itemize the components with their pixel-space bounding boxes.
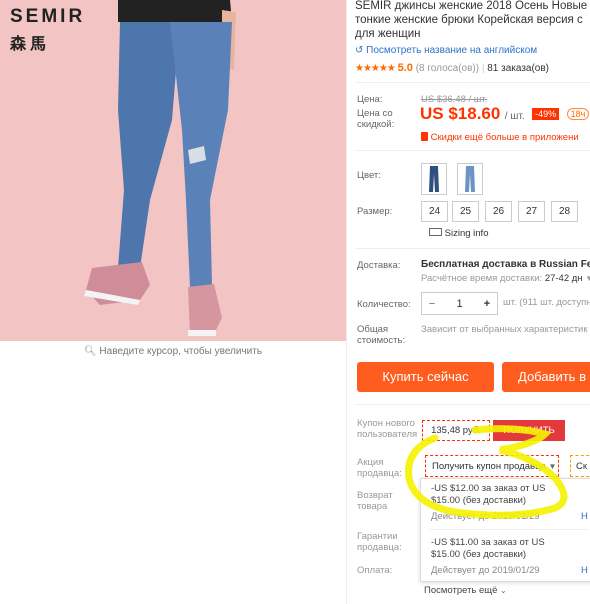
size-label: Размер: bbox=[357, 206, 393, 217]
quantity-input[interactable]: 1 bbox=[442, 298, 477, 310]
product-title-line-1: SEMIR джинсы женские 2018 Осень Новые д bbox=[355, 0, 590, 12]
coupon-item-2-action[interactable]: Н bbox=[581, 565, 588, 576]
column-divider bbox=[346, 0, 347, 604]
quantity-minus-button[interactable]: − bbox=[422, 298, 442, 310]
brand-name: SEMIR bbox=[10, 6, 86, 27]
jeans-thumbnail-icon bbox=[429, 166, 439, 192]
payment-label: Оплата: bbox=[357, 565, 393, 576]
coupon-item-2-text: -US $11.00 за заказ от US $15.00 (без до… bbox=[431, 537, 545, 560]
size-option-27[interactable]: 27 bbox=[518, 201, 545, 222]
brand-logo: SEMIR 森馬 bbox=[10, 6, 85, 54]
rating-value: 5.0 bbox=[397, 62, 413, 74]
new-price: US $18.60 bbox=[420, 104, 501, 123]
new-price-row: US $18.60 / шт. -49% 18ч bbox=[420, 104, 590, 124]
price-label: Цена: bbox=[357, 94, 383, 105]
divider bbox=[355, 248, 590, 249]
color-option-dark-blue[interactable] bbox=[421, 163, 447, 195]
quantity-plus-button[interactable]: + bbox=[477, 298, 497, 310]
ruler-icon bbox=[429, 228, 442, 236]
guarantee-label: Гарантии продавца: bbox=[357, 531, 402, 553]
shipping-value[interactable]: Бесплатная доставка в Russian Fede bbox=[421, 259, 590, 270]
stock-info: шт. (911 шт. доступн bbox=[503, 297, 590, 308]
timer-badge: 18ч bbox=[566, 108, 590, 120]
jeans-thumbnail-icon bbox=[465, 166, 475, 192]
delivery-time: Расчётное время доставки: 27-42 дн ▼ bbox=[421, 273, 590, 284]
see-more-link[interactable]: Посмотреть ещё ⌄ bbox=[424, 585, 507, 596]
divider bbox=[355, 82, 590, 83]
product-image[interactable]: SEMIR 森馬 bbox=[0, 0, 346, 341]
buy-now-button[interactable]: Купить сейчас bbox=[357, 362, 494, 392]
product-title-line-3: для женщин bbox=[355, 28, 421, 40]
coupon-item-2-valid: Действует до 2019/01/29 bbox=[431, 565, 540, 576]
divider bbox=[355, 150, 590, 151]
quantity-stepper[interactable]: − 1 + bbox=[421, 292, 498, 315]
translate-title-link[interactable]: ↺ Посмотреть название на английском bbox=[355, 45, 537, 56]
orders-count: 81 заказа(ов) bbox=[487, 63, 550, 74]
zoom-hint: 🔍︎ Наведите курсор, чтобы увеличить bbox=[0, 346, 346, 357]
app-promo-link[interactable]: Скидки ещё больше в приложени bbox=[421, 132, 579, 143]
sizing-info-link[interactable]: Sizing info bbox=[429, 228, 488, 239]
chevron-down-icon[interactable]: ▼ bbox=[585, 274, 590, 283]
rating-row: ★★★★★ 5.0 (8 голоса(ов)) | 81 заказа(ов) bbox=[355, 62, 550, 74]
zoom-hint-text: Наведите курсор, чтобы увеличить bbox=[99, 346, 263, 357]
discount-badge: -49% bbox=[532, 108, 560, 120]
add-to-cart-button[interactable]: Добавить в bbox=[502, 362, 590, 392]
divider bbox=[355, 404, 590, 405]
total-value: Зависит от выбранных характеристик bbox=[421, 324, 588, 335]
total-label: Общая стоимость: bbox=[357, 324, 406, 346]
magnifier-icon: 🔍︎ bbox=[83, 346, 97, 357]
brand-name-cn: 森馬 bbox=[10, 36, 51, 53]
chevron-down-icon: ⌄ bbox=[500, 586, 507, 595]
highlight-annotation bbox=[405, 425, 568, 519]
translate-icon: ↺ bbox=[355, 45, 364, 56]
rating-stars-icon: ★★★★★ bbox=[355, 63, 396, 74]
color-option-light-blue[interactable] bbox=[457, 163, 483, 195]
quantity-label: Количество: bbox=[357, 299, 411, 310]
color-label: Цвет: bbox=[357, 170, 381, 181]
discount-price-label: Цена со скидкой: bbox=[357, 108, 395, 130]
mobile-icon bbox=[421, 132, 428, 141]
price-unit: / шт. bbox=[504, 111, 525, 122]
size-option-25[interactable]: 25 bbox=[452, 201, 479, 222]
product-title-line-2: тонкие женские брюки Корейская версия с bbox=[355, 14, 583, 26]
size-option-28[interactable]: 28 bbox=[551, 201, 578, 222]
rating-votes[interactable]: (8 голоса(ов)) bbox=[416, 63, 479, 74]
size-option-26[interactable]: 26 bbox=[485, 201, 512, 222]
size-option-24[interactable]: 24 bbox=[421, 201, 448, 222]
shipping-label: Доставка: bbox=[357, 260, 401, 271]
